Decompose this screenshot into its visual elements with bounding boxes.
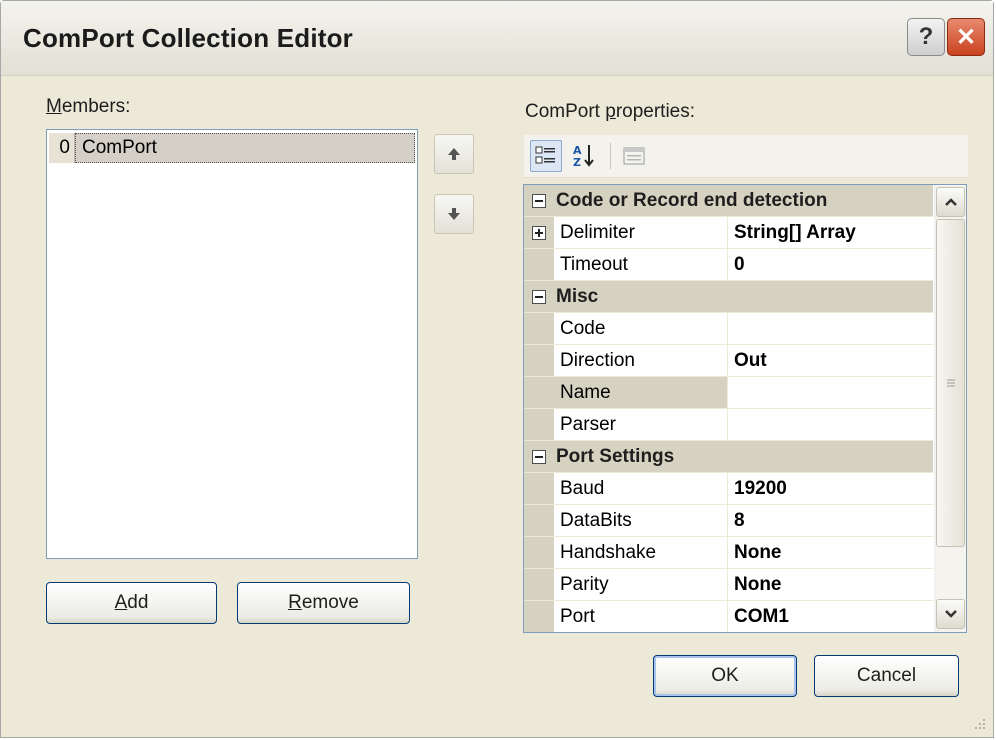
property-grid[interactable]: Code or Record end detection Delimiter S… — [523, 184, 967, 633]
members-list[interactable]: 0 ComPort — [46, 129, 418, 559]
property-row[interactable]: Timeout 0 — [524, 249, 933, 281]
property-name: Timeout — [554, 249, 728, 280]
vertical-scrollbar[interactable] — [934, 185, 966, 632]
category-name: Misc — [556, 285, 599, 307]
alphabetical-icon: A Z — [573, 144, 594, 169]
property-value[interactable]: COM1 — [728, 601, 933, 632]
property-row[interactable]: Handshake None — [524, 537, 933, 569]
category-row[interactable]: Misc — [524, 281, 933, 313]
svg-text:Z: Z — [573, 156, 581, 169]
property-name: Handshake — [554, 537, 728, 568]
categorized-button[interactable] — [530, 140, 562, 172]
close-button[interactable]: ✕ — [947, 18, 985, 56]
title-bar[interactable]: ComPort Collection Editor ? ✕ — [1, 1, 993, 76]
property-name: Code — [554, 313, 728, 344]
category-row[interactable]: Port Settings — [524, 441, 933, 473]
property-value[interactable]: 0 — [728, 249, 933, 280]
property-row-selected[interactable]: Name — [524, 377, 933, 409]
move-down-button[interactable] — [434, 194, 474, 234]
categorized-icon — [535, 146, 555, 164]
category-name: Code or Record end detection — [556, 189, 828, 211]
property-row[interactable]: Direction Out — [524, 345, 933, 377]
property-row[interactable]: Delimiter String[] Array — [524, 217, 933, 249]
property-name: Port — [554, 601, 728, 632]
property-value[interactable] — [728, 313, 933, 344]
property-value[interactable] — [728, 377, 933, 408]
toolbar-separator — [610, 143, 611, 169]
property-value[interactable]: None — [728, 537, 933, 568]
property-name: Parity — [554, 569, 728, 600]
property-grid-toolbar: A Z — [524, 135, 968, 178]
scroll-up-button[interactable] — [936, 187, 965, 217]
property-name: DataBits — [554, 505, 728, 536]
property-pages-icon — [623, 147, 645, 165]
resize-grip-icon[interactable] — [971, 715, 987, 731]
property-value[interactable] — [728, 409, 933, 440]
collapse-icon[interactable] — [532, 193, 546, 208]
close-icon: ✕ — [955, 23, 977, 51]
property-value[interactable]: 8 — [728, 505, 933, 536]
arrow-down-icon — [448, 208, 460, 220]
property-name: Direction — [554, 345, 728, 376]
ok-button[interactable]: OK — [653, 655, 797, 697]
member-name: ComPort — [75, 133, 415, 163]
property-pages-button[interactable] — [618, 140, 650, 172]
help-button[interactable]: ? — [907, 18, 945, 56]
member-index: 0 — [49, 133, 75, 163]
grip-icon — [946, 379, 955, 387]
category-row[interactable]: Code or Record end detection — [524, 185, 933, 217]
move-up-button[interactable] — [434, 134, 474, 174]
help-icon: ? — [918, 23, 934, 50]
remove-button[interactable]: Remove — [237, 582, 410, 624]
scroll-thumb[interactable] — [936, 219, 965, 547]
property-row[interactable]: Port COM1 — [524, 601, 933, 632]
property-row[interactable]: Baud 19200 — [524, 473, 933, 505]
window-title: ComPort Collection Editor — [23, 23, 353, 53]
collection-editor-dialog: ComPort Collection Editor ? ✕ Members: 0… — [0, 0, 994, 738]
property-value[interactable]: None — [728, 569, 933, 600]
properties-label: ComPort properties: — [525, 101, 696, 122]
alphabetical-button[interactable]: A Z — [568, 140, 600, 172]
cancel-button[interactable]: Cancel — [814, 655, 959, 697]
chevron-up-icon — [944, 198, 957, 206]
add-button[interactable]: Add — [46, 582, 217, 624]
arrow-up-icon — [448, 148, 460, 160]
category-name: Port Settings — [556, 445, 675, 467]
members-label: Members: — [46, 96, 131, 117]
property-name: Baud — [554, 473, 728, 504]
collapse-icon[interactable] — [532, 449, 546, 464]
expand-icon[interactable] — [532, 225, 546, 240]
property-value[interactable]: 19200 — [728, 473, 933, 504]
property-row[interactable]: Code — [524, 313, 933, 345]
property-row[interactable]: DataBits 8 — [524, 505, 933, 537]
property-row[interactable]: Parity None — [524, 569, 933, 601]
property-row[interactable]: Parser — [524, 409, 933, 441]
property-value[interactable]: String[] Array — [728, 217, 933, 248]
scroll-down-button[interactable] — [936, 599, 965, 629]
property-name: Name — [554, 377, 728, 408]
property-value[interactable]: Out — [728, 345, 933, 376]
property-name: Parser — [554, 409, 728, 440]
property-name: Delimiter — [554, 217, 728, 248]
list-item[interactable]: 0 ComPort — [49, 132, 415, 164]
collapse-icon[interactable] — [532, 289, 546, 304]
chevron-down-icon — [944, 610, 957, 618]
property-rows: Code or Record end detection Delimiter S… — [524, 185, 933, 632]
